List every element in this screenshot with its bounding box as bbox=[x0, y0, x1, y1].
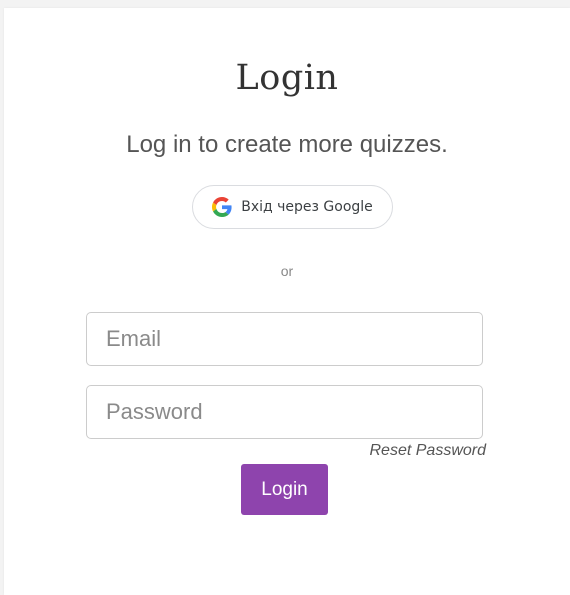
reset-password-link[interactable]: Reset Password bbox=[344, 442, 487, 460]
login-card: Login Log in to create more quizzes. Вхі… bbox=[4, 8, 570, 595]
email-field[interactable] bbox=[86, 312, 483, 366]
google-g-icon bbox=[212, 197, 232, 217]
password-field[interactable] bbox=[86, 385, 483, 439]
login-subtitle: Log in to create more quizzes. bbox=[126, 131, 448, 158]
login-button[interactable]: Login bbox=[241, 464, 328, 515]
google-button-label: Вхід через Google bbox=[241, 199, 373, 215]
google-signin-button[interactable]: Вхід через Google bbox=[192, 185, 393, 229]
page-title: Login bbox=[235, 58, 339, 98]
or-divider: or bbox=[280, 263, 294, 279]
